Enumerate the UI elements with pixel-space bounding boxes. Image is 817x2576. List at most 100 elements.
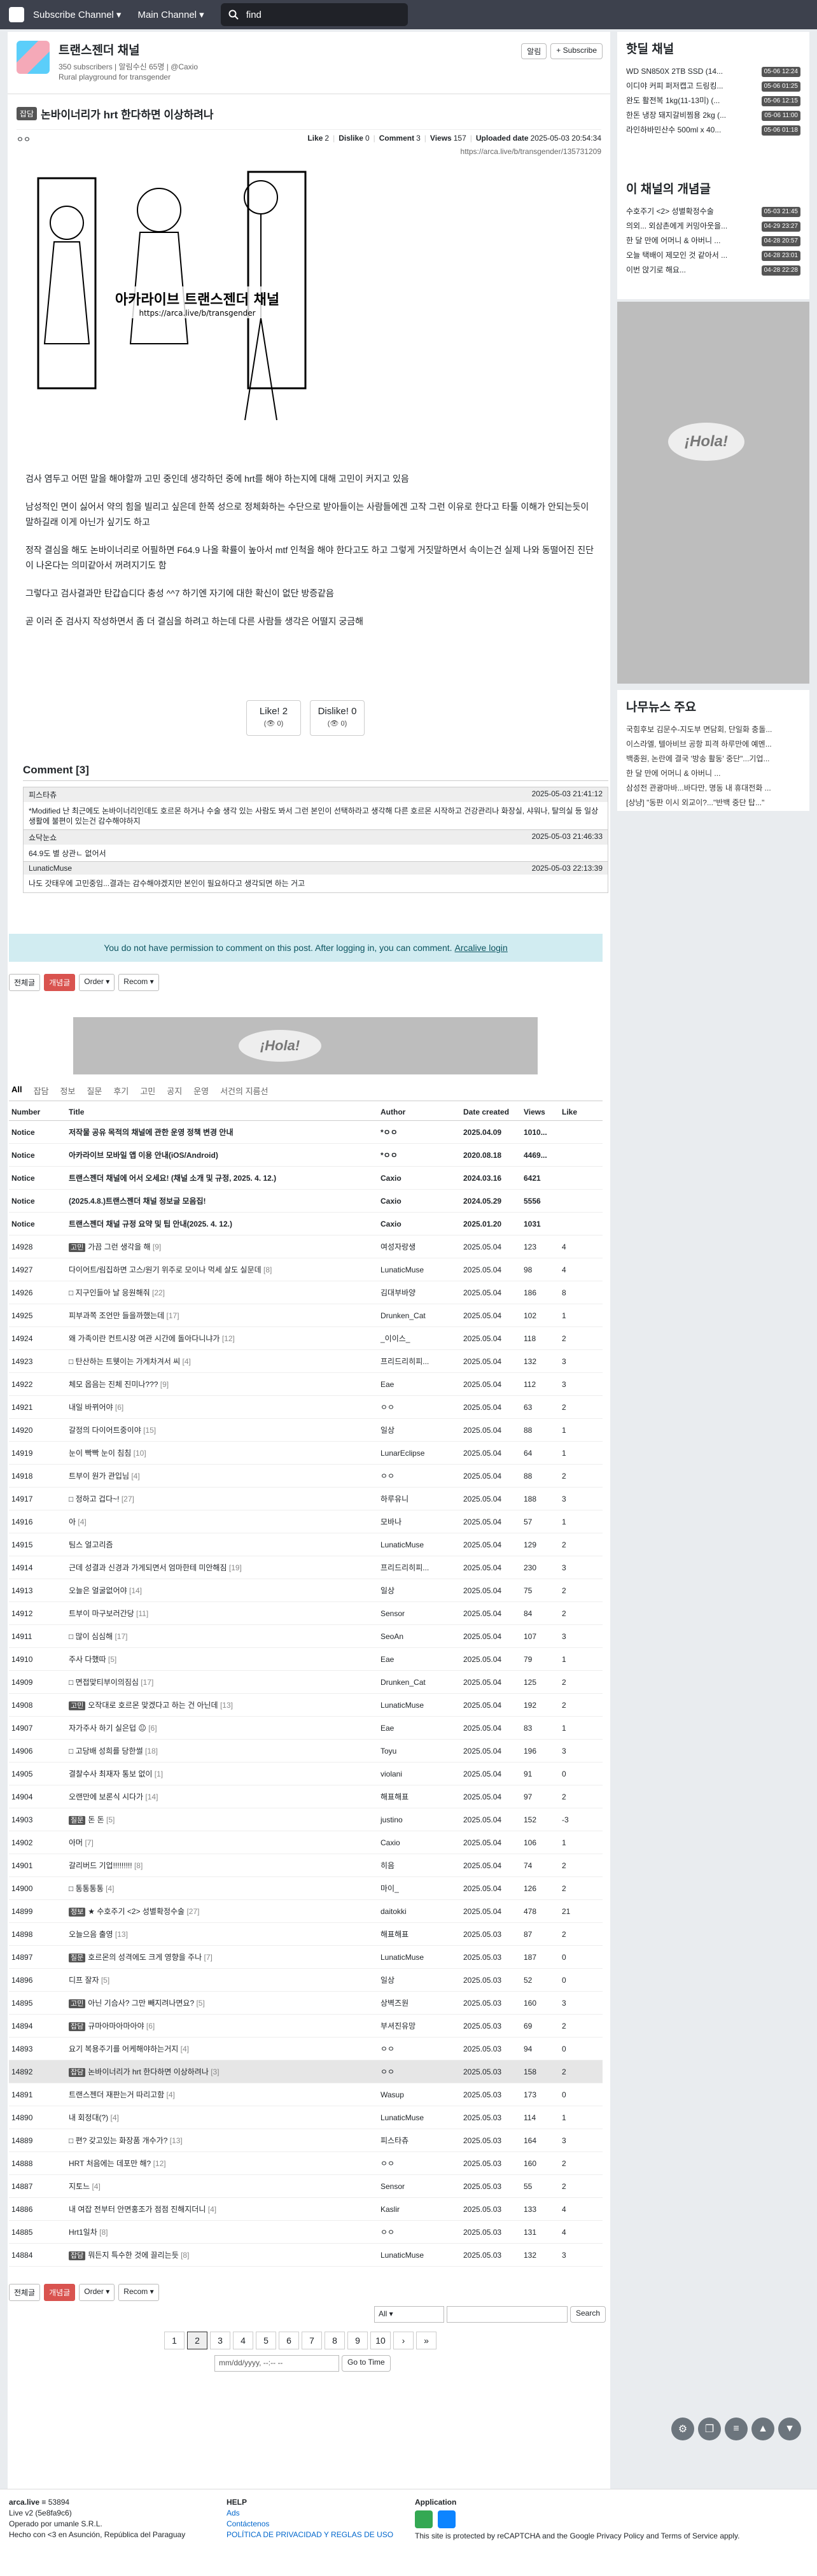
news-item[interactable]: 국힘후보 김문수-지도부 면담회, 단일화 충돌... — [626, 722, 800, 737]
post-title[interactable]: ★ 수호주기 <2> 성별확정수술 — [88, 1907, 185, 1916]
post-author[interactable]: ㅇㅇ — [378, 2037, 461, 2060]
table-row[interactable]: 14920 갈정의 다이어트중이야 [15] 일상 2025.05.04 88 1 — [9, 1418, 603, 1442]
table-row[interactable]: 14919 눈이 빡빡 눈이 침침 [10] LunarEclipse 2025.05… — [9, 1441, 603, 1465]
category-tab[interactable]: 공지 — [167, 1085, 182, 1097]
post-author[interactable]: Drunken_Cat — [378, 1670, 461, 1694]
news-item[interactable]: 한 달 만에 어머니 & 아버니 ... — [626, 766, 800, 781]
post-title[interactable]: 논바이너리가 hrt 한다하면 이상하려나 — [88, 2067, 209, 2076]
article-author[interactable]: ㅇㅇ — [17, 134, 31, 144]
post-author[interactable]: daitokki — [378, 1899, 461, 1923]
post-author[interactable]: violani — [378, 1762, 461, 1785]
post-title[interactable]: 근데 성결과 신경과 가게되면서 엄마한테 미안해짐 — [69, 1563, 227, 1572]
post-title[interactable]: □ 통통통통 — [69, 1884, 104, 1893]
post-title-cell[interactable]: (2025.4.8.)트랜스젠더 채널 정보글 모음집! — [66, 1189, 378, 1213]
sidebar-item-title[interactable]: 한돈 냉장 돼지갈비찜용 2kg (... — [626, 108, 726, 123]
google-play-icon[interactable] — [415, 2510, 433, 2528]
page-link[interactable]: 8 — [325, 2332, 345, 2349]
post-title[interactable]: 돈 돈 — [88, 1815, 104, 1824]
post-title[interactable]: 팀스 얼고리즘 — [69, 1540, 113, 1549]
order-dropdown[interactable]: Order ▾ — [79, 2284, 115, 2301]
post-title-cell[interactable]: 다이어트/림집하면 고스/원기 위주로 모이나 먹세 살도 실문데 [8] — [66, 1258, 378, 1281]
post-title[interactable]: 요기 복용주기를 어케해야하는거지 — [69, 2045, 178, 2053]
post-title[interactable]: 결찰수사 최재자 통보 없이 — [69, 1770, 152, 1778]
table-row[interactable]: 14922 체모 옵음는 진체 진미나??? [9] Eae 2025.05.04 11… — [9, 1372, 603, 1396]
post-author[interactable]: *ㅇㅇ — [378, 1143, 461, 1167]
subscribe-button[interactable]: + Subscribe — [550, 43, 603, 59]
post-title-cell[interactable]: 아머 [7] — [66, 1831, 378, 1854]
table-row[interactable]: 14884 잡담 뭐든지 특수한 것에 끌리는듯 [8] LunaticMuse 202… — [9, 2243, 603, 2267]
post-title-cell[interactable]: 질문 돈 돈 [5] — [66, 1808, 378, 1831]
dislike-button[interactable]: Dislike! 0 (👁 0) — [310, 700, 365, 736]
table-row[interactable]: Notice 트랜스젠더 채널 규정 요약 및 팁 안내(2025. 4. 12.… — [9, 1212, 603, 1235]
post-title[interactable]: HRT 처음에는 데포만 해? — [69, 2159, 151, 2168]
sidebar-list-item[interactable]: WD SN850X 2TB SSD (14... 05-06 12:24 — [626, 64, 800, 79]
post-author[interactable]: 여성자랑생 — [378, 1235, 461, 1258]
post-title-cell[interactable]: 피부과쪽 조언만 들을까했는데 [17] — [66, 1304, 378, 1327]
post-title[interactable]: 지토느 — [69, 2182, 90, 2191]
post-author[interactable]: 히음 — [378, 1854, 461, 1877]
table-row[interactable]: 14909 □ 면접맞티부이의짐심 [17] Drunken_Cat 2025.05.… — [9, 1670, 603, 1694]
post-author[interactable]: Caxio — [378, 1831, 461, 1854]
table-row[interactable]: 14905 결찰수사 최재자 통보 없이 [1] violani 2025.05.04… — [9, 1762, 603, 1785]
post-author[interactable]: 해표해표 — [378, 1922, 461, 1946]
banner-ad[interactable]: ¡Hola! — [73, 1017, 538, 1074]
scroll-up-icon[interactable]: ▲ — [751, 2418, 774, 2440]
page-link[interactable]: 1 — [164, 2332, 185, 2349]
post-title[interactable]: 트랜스젠더 채널 규정 요약 및 팁 안내(2025. 4. 12.) — [69, 1220, 232, 1228]
arca-logo[interactable] — [9, 7, 24, 22]
post-author[interactable]: ㅇㅇ — [378, 2220, 461, 2244]
table-row[interactable]: 14901 갈리버드 기업!!!!!!!!! [8] 히음 2025.05.04 74 2 — [9, 1854, 603, 1877]
table-row[interactable]: 14925 피부과쪽 조언만 들을까했는데 [17] Drunken_Cat 2025… — [9, 1304, 603, 1327]
post-title-cell[interactable]: 갈리버드 기업!!!!!!!!! [8] — [66, 1854, 378, 1877]
post-title-cell[interactable]: 오랜만에 보론식 시다가 [14] — [66, 1785, 378, 1808]
datetime-input[interactable]: mm/dd/yyyy, --:-- -- — [214, 2355, 339, 2372]
last-page-button[interactable]: » — [416, 2332, 436, 2349]
table-row[interactable]: 14902 아머 [7] Caxio 2025.05.04 106 1 — [9, 1831, 603, 1854]
post-title-cell[interactable]: □ 면접맞티부이의짐심 [17] — [66, 1670, 378, 1694]
post-title[interactable]: □ 면접맞티부이의짐심 — [69, 1678, 139, 1687]
comment-author[interactable]: LunaticMuse — [29, 864, 72, 873]
all-posts-button[interactable]: 전체글 — [9, 2284, 41, 2301]
table-row[interactable]: 14924 왜 가족이란 컨트시장 여관 시간에 돌아다니냐가 [12] _이이스_… — [9, 1327, 603, 1350]
post-title-cell[interactable]: 트랜스젠더 채널 규정 요약 및 팁 안내(2025. 4. 12.) — [66, 1212, 378, 1235]
table-row[interactable]: 14927 다이어트/림집하면 고스/원기 위주로 모이나 먹세 살도 실문데 [… — [9, 1258, 603, 1281]
page-link[interactable]: 10 — [370, 2332, 391, 2349]
post-title-cell[interactable]: 고민 오작대로 호르몬 맞겠다고 하는 건 아닌데 [13] — [66, 1693, 378, 1717]
post-title-cell[interactable]: 오늘으음 출영 [13] — [66, 1922, 378, 1946]
list-icon[interactable]: ≡ — [725, 2418, 748, 2440]
post-title[interactable]: 오작대로 호르몬 맞겠다고 하는 건 아닌데 — [88, 1701, 218, 1710]
post-title-cell[interactable]: 주사 다했따 [5] — [66, 1647, 378, 1671]
post-title[interactable]: □ 고당배 성희를 당한썰 — [69, 1747, 143, 1756]
post-author[interactable]: Caxio — [378, 1166, 461, 1190]
page-link[interactable]: 6 — [279, 2332, 299, 2349]
post-author[interactable]: 해표해표 — [378, 1785, 461, 1808]
post-title-cell[interactable]: HRT 처음에는 데포만 해? [12] — [66, 2151, 378, 2175]
channel-logo[interactable] — [17, 41, 50, 74]
table-row[interactable]: 14895 고민 아닌 기슴사? 그만 빼지려나면요? [5] 상벽즈원 2025.05… — [9, 1991, 603, 2015]
sidebar-list-item[interactable]: 완도 활전복 1kg(11-13미) (... 05-06 12:15 — [626, 94, 800, 108]
sidebar-list-item[interactable]: 한 달 만에 어머니 & 아버니 ... 04-28 20:57 — [626, 234, 800, 248]
page-link[interactable]: 5 — [256, 2332, 276, 2349]
post-author[interactable]: Eae — [378, 1716, 461, 1740]
post-title-cell[interactable]: 오늘은 얼굴없어야 [14] — [66, 1579, 378, 1602]
news-item[interactable]: 삼성전 관광마바...바다만, 명동 내 휴대전화 ... — [626, 781, 800, 796]
sidebar-list-item[interactable]: 수호주기 <2> 성별확정수술 05-03 21:45 — [626, 204, 800, 219]
news-item[interactable]: [상냥] "동판 이시 외교이?..."반백 중단 탑..." — [626, 796, 800, 810]
post-author[interactable]: Toyu — [378, 1739, 461, 1763]
post-author[interactable]: Eae — [378, 1647, 461, 1671]
table-row[interactable]: 14921 내일 바뀌어야 [6] ㅇㅇ 2025.05.04 63 2 — [9, 1395, 603, 1419]
category-tab[interactable]: 잡담 — [34, 1085, 49, 1097]
table-row[interactable]: 14892 잡담 논바이너리가 hrt 한다하면 이상하려나 [3] ㅇㅇ 2025.0… — [9, 2060, 603, 2083]
post-title-cell[interactable]: 내 여잡 전부터 안면홍조가 점점 진해지더니 [4] — [66, 2197, 378, 2221]
sidebar-list-item[interactable]: 라인하바민산수 500ml x 40... 05-06 01:18 — [626, 123, 800, 137]
table-row[interactable]: 14894 잡담 규마아마아마아야 [6] 부셔진유망 2025.05.03 69 2 — [9, 2014, 603, 2038]
sidebar-list-item[interactable]: 이디야 커피 퍼저캡고 드링킹... 05-06 01:25 — [626, 79, 800, 94]
post-title-cell[interactable]: 체모 옵음는 진체 진미나??? [9] — [66, 1372, 378, 1396]
post-author[interactable]: 모바나 — [378, 1510, 461, 1533]
footer-ads-link[interactable]: Ads — [227, 2508, 393, 2519]
main-channel-dropdown[interactable]: Main Channel ▾ — [137, 9, 204, 20]
post-title-cell[interactable]: □ 통통통통 [4] — [66, 1876, 378, 1900]
post-title-cell[interactable]: □ 편? 갖고있는 화장품 개수가? [13] — [66, 2129, 378, 2152]
table-row[interactable]: 14897 질문 호르몬의 성격에도 크게 영향을 주나 [7] LunaticMus… — [9, 1945, 603, 1969]
table-row[interactable]: 14886 내 여잡 전부터 안면홍조가 점점 진해지더니 [4] Kaslir 20… — [9, 2197, 603, 2221]
